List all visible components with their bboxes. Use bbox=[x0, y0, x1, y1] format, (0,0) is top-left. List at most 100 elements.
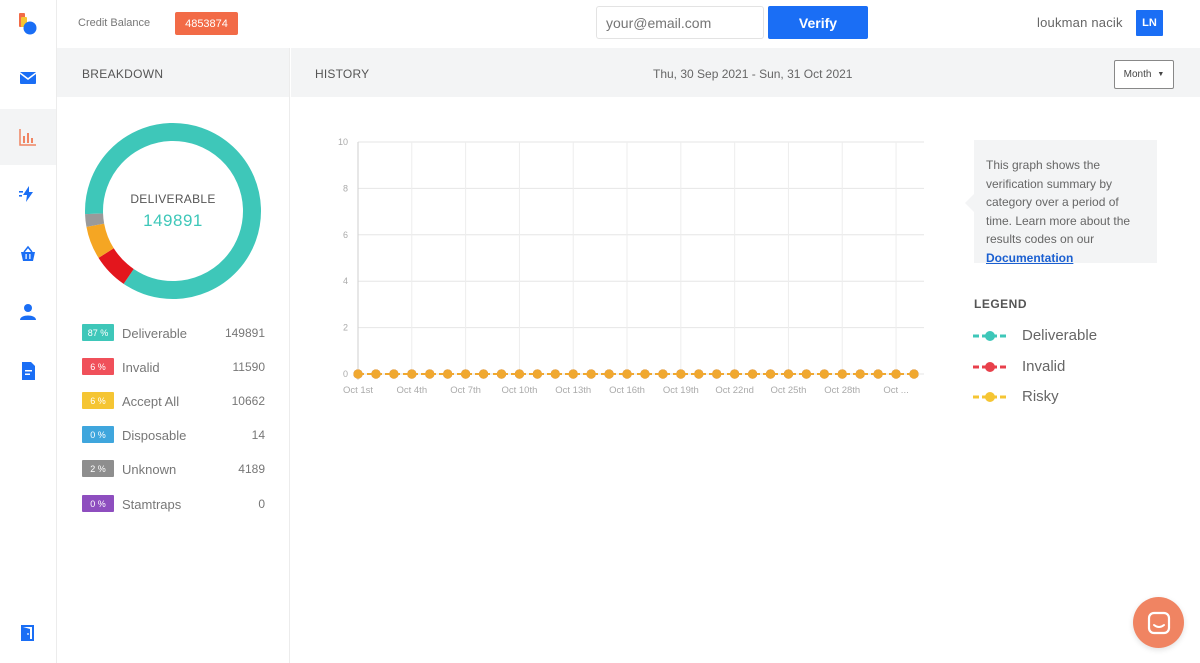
avatar[interactable]: LN bbox=[1136, 10, 1163, 36]
data-point-risky[interactable] bbox=[568, 369, 578, 379]
x-tick-label: Oct 16th bbox=[609, 385, 645, 396]
data-point-risky[interactable] bbox=[461, 369, 471, 379]
legend-line-icon bbox=[973, 392, 1007, 402]
date-range[interactable]: Thu, 30 Sep 2021 - Sun, 31 Oct 2021 bbox=[653, 67, 852, 81]
x-tick-label: Oct 28th bbox=[824, 385, 860, 396]
x-tick-label: Oct ... bbox=[883, 385, 908, 396]
period-select-value: Month bbox=[1123, 69, 1152, 80]
data-point-risky[interactable] bbox=[891, 369, 901, 379]
history-line-chart[interactable]: 0 2 4 6 8 10 Oct 1st Oct 4th Oct 7th Oct 10th Oct … bbox=[334, 134, 934, 404]
history-header: HISTORY Thu, 30 Sep 2021 - Sun, 31 Oct 2… bbox=[291, 48, 1200, 97]
stat-name: Deliverable bbox=[122, 326, 188, 341]
data-point-risky[interactable] bbox=[855, 369, 865, 379]
data-point-risky[interactable] bbox=[873, 369, 883, 379]
data-point-risky[interactable] bbox=[712, 369, 722, 379]
y-tick-label: 0 bbox=[343, 369, 348, 379]
data-point-risky[interactable] bbox=[694, 369, 704, 379]
data-point-risky[interactable] bbox=[353, 369, 363, 379]
sidebar-item-integrations[interactable] bbox=[0, 166, 56, 222]
breakdown-panel: BREAKDOWN DELIVERABLE 149891 87 % Delive… bbox=[57, 48, 290, 663]
stat-value: 10662 bbox=[231, 394, 265, 408]
y-tick-label: 6 bbox=[343, 230, 348, 240]
sidebar bbox=[0, 0, 57, 663]
data-point-risky[interactable] bbox=[586, 369, 596, 379]
data-point-risky[interactable] bbox=[425, 369, 435, 379]
sidebar-item-reports[interactable] bbox=[0, 109, 56, 165]
chat-icon bbox=[1147, 611, 1170, 634]
legend-label: Deliverable bbox=[1022, 327, 1098, 344]
legend-line-icon bbox=[973, 362, 1007, 372]
top-bar: Credit Balance 4853874 Verify loukman na… bbox=[57, 0, 1200, 48]
caret-down-icon: ▼ bbox=[1157, 71, 1165, 78]
sidebar-item-account[interactable] bbox=[0, 284, 56, 340]
data-point-risky[interactable] bbox=[909, 369, 919, 379]
y-tick-label: 8 bbox=[343, 183, 348, 193]
data-point-risky[interactable] bbox=[765, 369, 776, 379]
data-point-risky[interactable] bbox=[550, 369, 560, 379]
data-point-risky[interactable] bbox=[622, 369, 632, 379]
y-tick-label: 4 bbox=[343, 276, 348, 286]
stat-row-unknown: 2 % Unknown 4189 bbox=[82, 460, 265, 478]
data-point-risky[interactable] bbox=[478, 369, 489, 379]
data-point-risky[interactable] bbox=[604, 369, 614, 379]
data-point-risky[interactable] bbox=[819, 369, 829, 379]
logo-icon[interactable] bbox=[18, 13, 38, 35]
period-select[interactable]: Month ▼ bbox=[1114, 60, 1174, 89]
x-tick-label: Oct 19th bbox=[663, 385, 699, 396]
chart-info-tooltip: This graph shows the verification summar… bbox=[965, 140, 1157, 265]
email-input[interactable] bbox=[596, 6, 764, 39]
stat-row-accept-all: 6 % Accept All 10662 bbox=[82, 392, 265, 410]
legend-title: LEGEND bbox=[974, 297, 1028, 311]
legend-label: Invalid bbox=[1022, 358, 1066, 375]
sidebar-item-shop[interactable] bbox=[0, 226, 56, 282]
mail-icon bbox=[19, 72, 37, 84]
data-point-risky[interactable] bbox=[676, 369, 686, 379]
legend-label: Risky bbox=[1022, 388, 1059, 405]
logout-door-icon bbox=[21, 625, 34, 641]
x-tick-label: Oct 4th bbox=[396, 385, 427, 396]
stat-name: Unknown bbox=[122, 462, 177, 477]
data-point-risky[interactable] bbox=[801, 369, 811, 379]
stat-percent-badge: 2 % bbox=[82, 460, 114, 477]
user-name[interactable]: loukman nacik bbox=[1037, 15, 1123, 30]
stat-name: Accept All bbox=[122, 394, 180, 409]
stat-percent-badge: 6 % bbox=[82, 358, 114, 375]
data-point-risky[interactable] bbox=[730, 369, 740, 379]
data-point-risky[interactable] bbox=[496, 369, 507, 379]
sidebar-item-email[interactable] bbox=[0, 50, 56, 106]
data-point-risky[interactable] bbox=[443, 369, 453, 379]
stat-name: Invalid bbox=[122, 360, 160, 375]
stat-percent-badge: 87 % bbox=[82, 324, 114, 341]
data-point-risky[interactable] bbox=[640, 369, 650, 379]
data-point-risky[interactable] bbox=[837, 369, 847, 379]
data-point-risky[interactable] bbox=[514, 369, 525, 379]
data-point-risky[interactable] bbox=[407, 369, 417, 379]
stat-value: 4189 bbox=[238, 462, 265, 476]
x-tick-label: Oct 7th bbox=[450, 385, 481, 396]
documentation-link[interactable]: Documentation bbox=[986, 251, 1073, 265]
user-icon bbox=[20, 304, 36, 320]
credit-balance-label: Credit Balance bbox=[78, 17, 151, 29]
x-tick-label: Oct 22nd bbox=[715, 385, 754, 396]
x-tick-label: Oct 13th bbox=[555, 385, 591, 396]
stat-percent-badge: 0 % bbox=[82, 495, 114, 512]
sidebar-item-documents[interactable] bbox=[0, 343, 56, 399]
x-tick-label: Oct 25th bbox=[770, 385, 806, 396]
data-point-risky[interactable] bbox=[658, 369, 668, 379]
y-tick-label: 2 bbox=[343, 323, 348, 333]
chat-launcher-button[interactable] bbox=[1133, 597, 1184, 648]
data-point-risky[interactable] bbox=[532, 369, 542, 379]
x-tick-label: Oct 1st bbox=[343, 385, 373, 396]
breakdown-header: BREAKDOWN bbox=[57, 48, 289, 97]
stat-value: 11590 bbox=[232, 360, 265, 374]
data-point-risky[interactable] bbox=[371, 369, 381, 379]
info-text: This graph shows the verification summar… bbox=[986, 158, 1131, 246]
verify-button[interactable]: Verify bbox=[768, 6, 868, 39]
donut-center-label: DELIVERABLE bbox=[130, 192, 216, 206]
data-point-risky[interactable] bbox=[783, 369, 794, 379]
stat-value: 149891 bbox=[224, 326, 265, 340]
sidebar-item-logout[interactable] bbox=[0, 605, 56, 661]
data-point-risky[interactable] bbox=[747, 369, 758, 379]
data-point-risky[interactable] bbox=[389, 369, 399, 379]
bolt-icon bbox=[19, 186, 33, 202]
